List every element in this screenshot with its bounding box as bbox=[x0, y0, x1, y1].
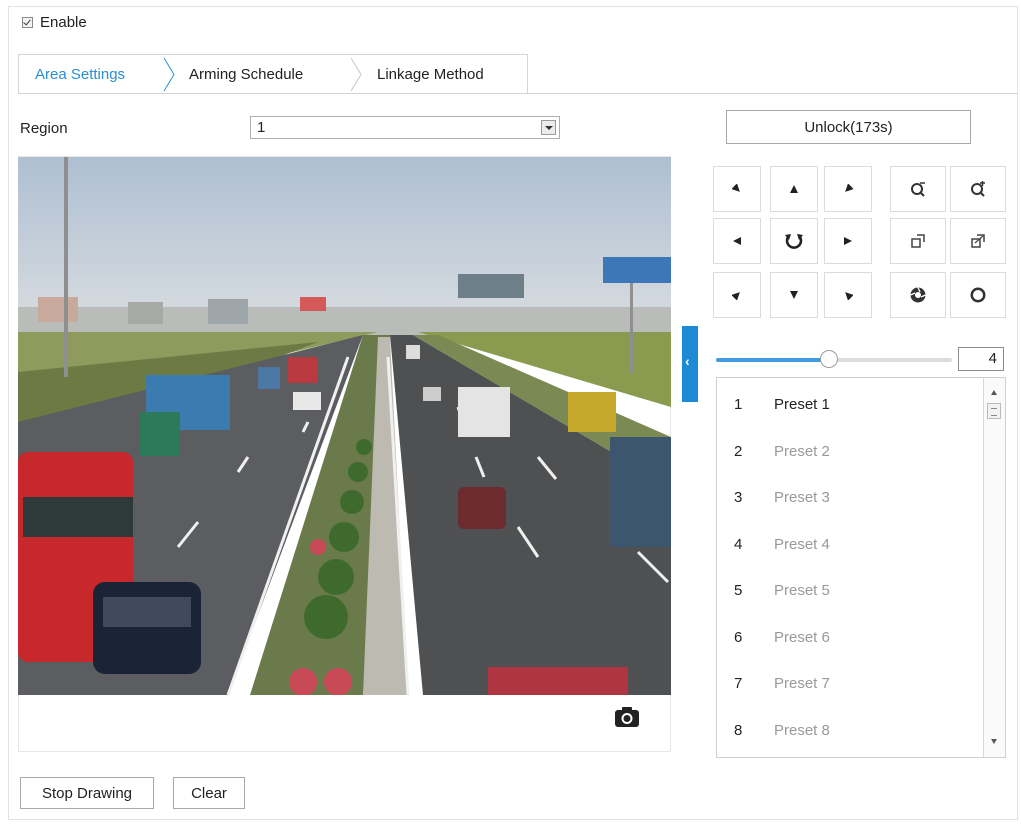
preset-name: Preset 1 bbox=[774, 396, 830, 413]
clear-button[interactable]: Clear bbox=[173, 777, 245, 809]
preset-number: 4 bbox=[734, 535, 743, 553]
chevron-left-icon[interactable] bbox=[682, 326, 698, 402]
preset-scrollbar[interactable] bbox=[983, 378, 1005, 757]
preset-name: Preset 6 bbox=[774, 628, 830, 646]
tab-arming-schedule[interactable]: Arming Schedule bbox=[189, 55, 303, 94]
scroll-thumb[interactable] bbox=[987, 403, 1001, 419]
pan-down-icon[interactable] bbox=[770, 272, 818, 318]
pan-left-icon[interactable] bbox=[713, 218, 761, 264]
preset-number: 3 bbox=[734, 489, 743, 506]
ptz-speed-value[interactable]: 4 bbox=[958, 347, 1004, 371]
preset-item[interactable]: 1 Preset 1 bbox=[717, 382, 979, 428]
focus-far-icon[interactable] bbox=[950, 218, 1006, 264]
chevron-down-icon[interactable] bbox=[541, 120, 556, 135]
preset-name: Preset 5 bbox=[774, 582, 830, 599]
unlock-button[interactable]: Unlock(173s) bbox=[726, 110, 971, 144]
preset-item[interactable]: 6 Preset 6 bbox=[717, 615, 979, 661]
slider-handle[interactable] bbox=[820, 350, 838, 368]
pan-up-icon[interactable] bbox=[770, 166, 818, 212]
region-label: Region bbox=[20, 120, 68, 137]
zoom-in-icon[interactable] bbox=[950, 166, 1006, 212]
tab-underline bbox=[18, 93, 1018, 94]
tab-linkage-method[interactable]: Linkage Method bbox=[377, 55, 484, 94]
preset-number: 6 bbox=[734, 628, 743, 646]
preset-list: 1 Preset 1 2 Preset 2 3 Preset 3 4 Preset 4 5 Pre… bbox=[716, 377, 1006, 758]
tab-separator bbox=[163, 57, 175, 92]
pan-up-right-icon[interactable] bbox=[824, 166, 872, 212]
region-select-value: 1 bbox=[257, 119, 266, 136]
pan-down-right-icon[interactable] bbox=[824, 272, 872, 318]
preset-item[interactable]: 4 Preset 4 bbox=[717, 522, 979, 568]
preset-number: 2 bbox=[734, 442, 743, 460]
preset-item[interactable]: 5 Preset 5 bbox=[717, 568, 979, 614]
preset-item[interactable]: 7 Preset 7 bbox=[717, 661, 979, 707]
preset-name: Preset 4 bbox=[774, 535, 830, 553]
camera-icon[interactable] bbox=[614, 706, 640, 728]
region-select[interactable]: 1 bbox=[250, 116, 560, 139]
highway-scene-image bbox=[18, 157, 671, 695]
scroll-down-icon[interactable] bbox=[991, 739, 997, 744]
tab-separator bbox=[350, 57, 362, 92]
preset-name: Preset 2 bbox=[774, 442, 830, 460]
preset-number: 8 bbox=[734, 721, 743, 739]
enable-checkbox-row[interactable]: Enable bbox=[22, 14, 87, 31]
preset-number: 5 bbox=[734, 582, 743, 599]
iris-open-icon[interactable] bbox=[950, 272, 1006, 318]
slider-fill bbox=[716, 358, 834, 362]
focus-near-icon[interactable] bbox=[890, 218, 946, 264]
auto-pan-icon[interactable] bbox=[770, 218, 818, 264]
preset-item[interactable]: 3 Preset 3 bbox=[717, 475, 979, 521]
enable-label: Enable bbox=[40, 14, 87, 31]
preset-number: 7 bbox=[734, 675, 743, 692]
preset-item[interactable]: 2 Preset 2 bbox=[717, 429, 979, 475]
pan-right-icon[interactable] bbox=[824, 218, 872, 264]
preset-item[interactable]: 8 Preset 8 bbox=[717, 708, 979, 754]
iris-close-icon[interactable] bbox=[890, 272, 946, 318]
tab-bar: Area Settings Arming Schedule Linkage Me… bbox=[18, 54, 528, 94]
live-video-feed[interactable] bbox=[18, 157, 671, 695]
preset-name: Preset 8 bbox=[774, 721, 830, 739]
pan-down-left-icon[interactable] bbox=[713, 272, 761, 318]
pan-up-left-icon[interactable] bbox=[713, 166, 761, 212]
stop-drawing-button[interactable]: Stop Drawing bbox=[20, 777, 154, 809]
tab-area-settings[interactable]: Area Settings bbox=[35, 55, 125, 94]
zoom-out-icon[interactable] bbox=[890, 166, 946, 212]
enable-checkbox[interactable] bbox=[22, 17, 33, 28]
preset-name: Preset 3 bbox=[774, 489, 830, 506]
preset-name: Preset 7 bbox=[774, 675, 830, 692]
scroll-up-icon[interactable] bbox=[991, 390, 997, 395]
preset-number: 1 bbox=[734, 396, 743, 413]
